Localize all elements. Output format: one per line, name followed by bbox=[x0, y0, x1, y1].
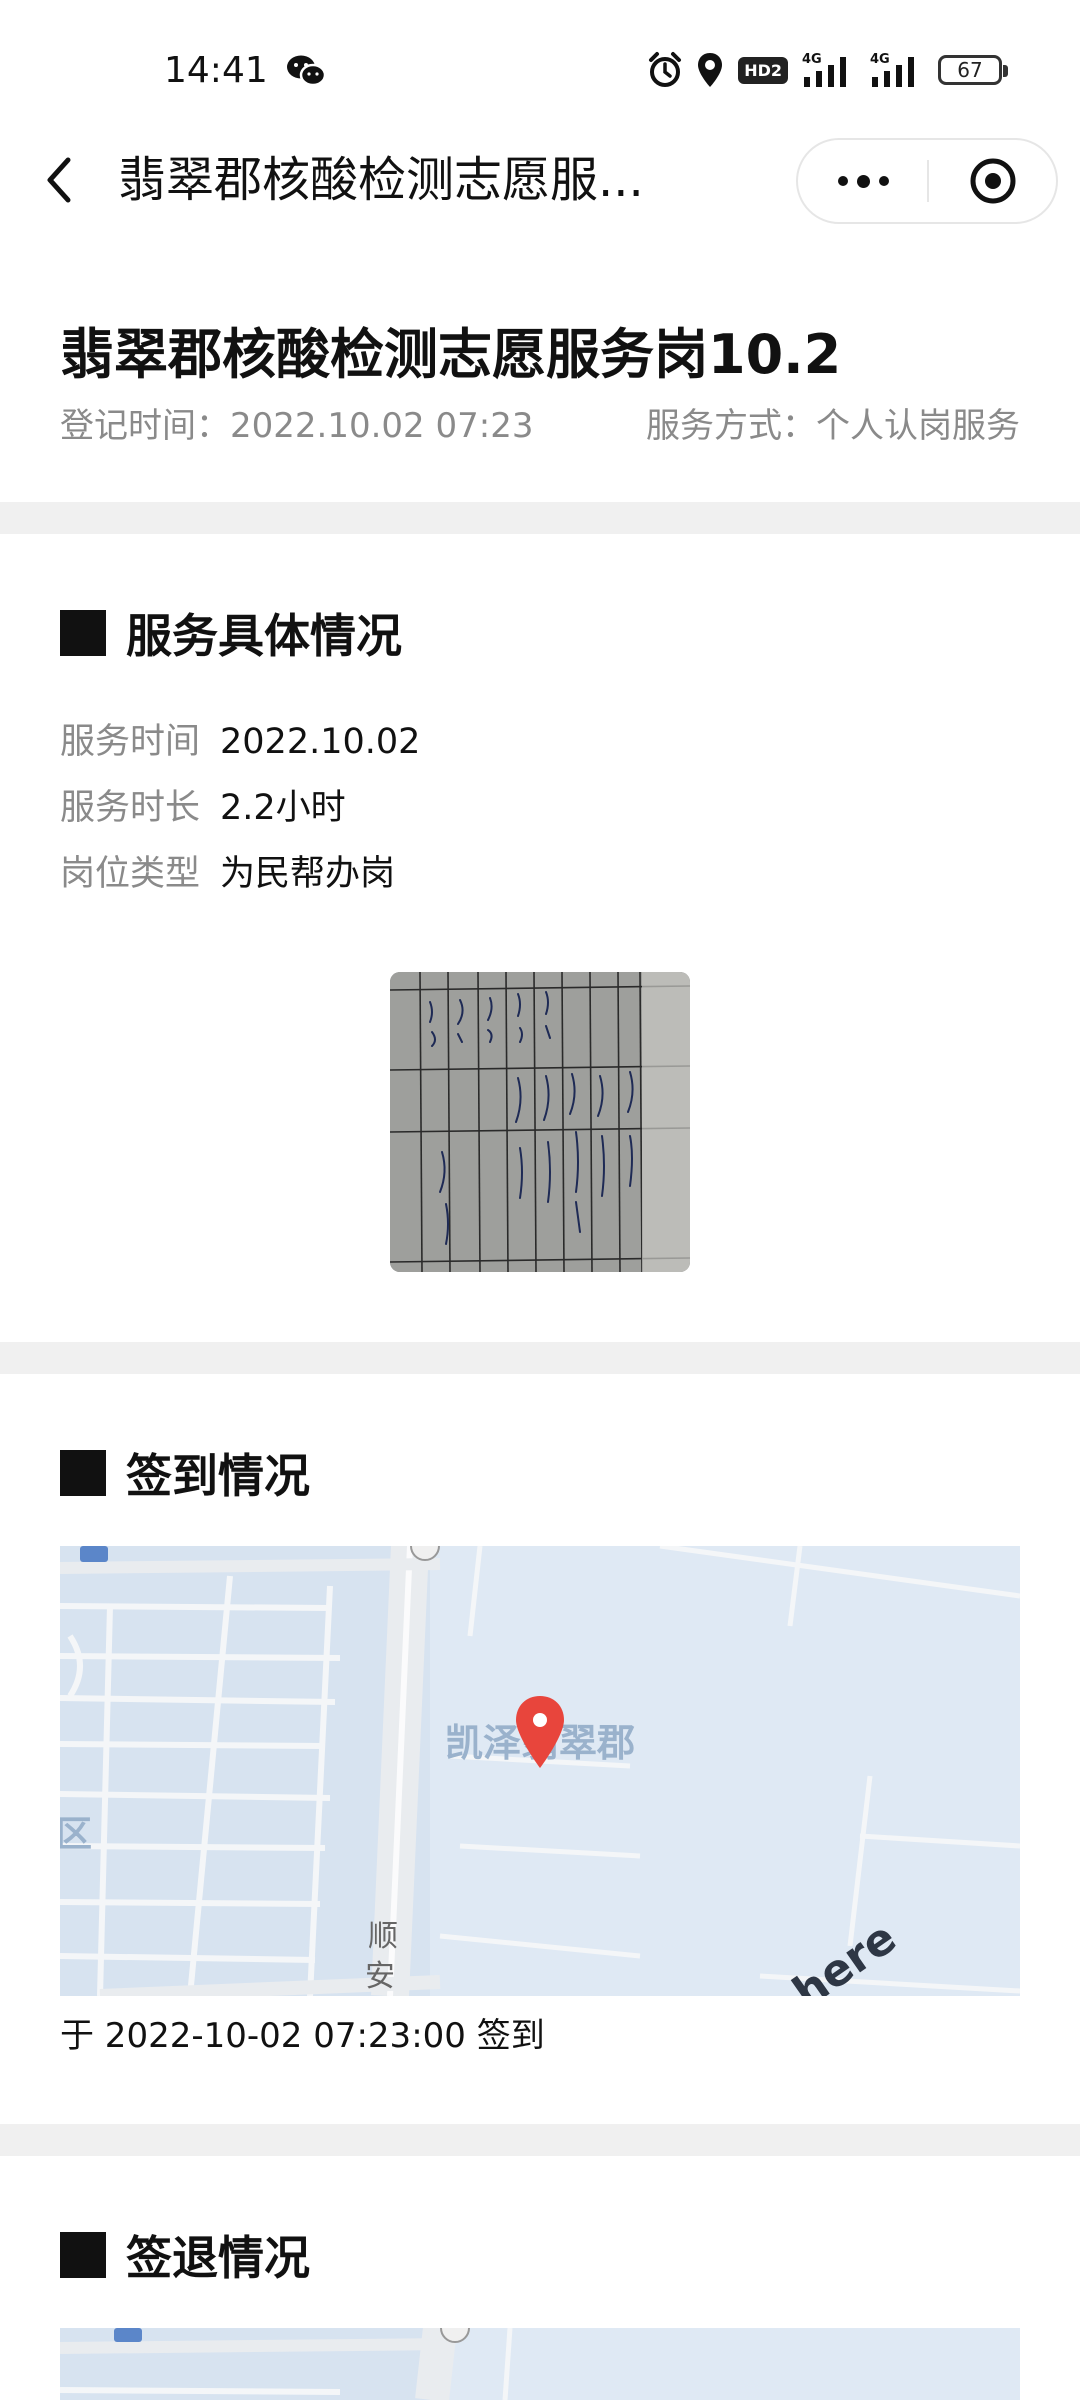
checkout-section-heading: 签退情况 bbox=[60, 2222, 310, 2288]
registration-time: 登记时间：2022.10.02 07:23 bbox=[60, 406, 534, 446]
map-road-label: 安 bbox=[365, 1959, 395, 1994]
status-bar: 14:41 HD2 4G 4G 67 bbox=[0, 0, 1080, 120]
record-header: 翡翠郡核酸检测志愿服务岗10.2 登记时间：2022.10.02 07:23 服… bbox=[0, 290, 1080, 500]
signal-icon: 4G bbox=[802, 52, 846, 87]
checkin-map[interactable]: 凯泽翡翠郡 区 顺 安 here bbox=[60, 1546, 1020, 1996]
nav-bar: 翡翠郡核酸检测志愿服... bbox=[0, 130, 1080, 230]
document-photo-icon bbox=[390, 972, 690, 1272]
map-road-label: 顺 bbox=[368, 1919, 398, 1954]
heading-square-icon bbox=[60, 1450, 106, 1496]
alarm-icon bbox=[649, 52, 682, 87]
svg-text:4G: 4G bbox=[802, 52, 822, 67]
detail-label: 服务时间 bbox=[60, 722, 201, 762]
section-divider bbox=[0, 502, 1080, 534]
status-time: 14:41 bbox=[164, 50, 268, 91]
page-title: 翡翠郡核酸检测志愿服务岗10.2 bbox=[60, 323, 842, 386]
detail-value: 为民帮办岗 bbox=[220, 854, 396, 894]
target-icon[interactable] bbox=[928, 140, 1058, 222]
checkout-heading-text: 签退情况 bbox=[126, 2231, 310, 2285]
checkin-section-heading: 签到情况 bbox=[60, 1440, 310, 1506]
checkin-time: 于 2022-10-02 07:23:00 签到 bbox=[60, 2016, 545, 2056]
nav-title: 翡翠郡核酸检测志愿服... bbox=[118, 152, 644, 208]
detail-value: 2022.10.02 bbox=[220, 722, 421, 762]
more-dots-icon[interactable] bbox=[798, 140, 928, 222]
svg-text:4G: 4G bbox=[870, 52, 890, 67]
wechat-icon bbox=[287, 55, 326, 87]
map-district-label: 区 bbox=[60, 1814, 92, 1855]
map-canvas: 凯泽翡翠郡 区 顺 安 here bbox=[60, 1546, 1020, 1996]
battery-icon: 67 bbox=[938, 55, 1008, 85]
service-heading-text: 服务具体情况 bbox=[126, 609, 402, 663]
checkin-heading-text: 签到情况 bbox=[126, 1449, 310, 1503]
service-mode: 服务方式：个人认岗服务 bbox=[646, 406, 1020, 446]
section-divider bbox=[0, 2124, 1080, 2156]
location-icon bbox=[698, 53, 723, 87]
detail-row: 岗位类型 为民帮办岗 bbox=[60, 852, 395, 896]
status-icons: HD2 4G 4G 67 bbox=[648, 50, 1008, 90]
service-section-heading: 服务具体情况 bbox=[60, 600, 402, 666]
battery-level: 67 bbox=[957, 58, 983, 82]
hd-icon: HD2 bbox=[738, 56, 788, 84]
detail-label: 服务时长 bbox=[60, 788, 201, 828]
detail-row: 服务时间 2022.10.02 bbox=[60, 720, 420, 764]
service-photo[interactable] bbox=[390, 972, 690, 1272]
chevron-left-icon[interactable] bbox=[38, 152, 88, 208]
section-divider bbox=[0, 1342, 1080, 1374]
detail-row: 服务时长 2.2小时 bbox=[60, 786, 346, 830]
detail-label: 岗位类型 bbox=[60, 854, 201, 894]
checkout-map[interactable] bbox=[60, 2328, 1020, 2400]
mini-program-capsule bbox=[796, 138, 1058, 224]
detail-value: 2.2小时 bbox=[220, 788, 346, 828]
heading-square-icon bbox=[60, 610, 106, 656]
signal-icon: 4G bbox=[870, 52, 914, 87]
map-canvas bbox=[60, 2328, 1020, 2400]
heading-square-icon bbox=[60, 2232, 106, 2278]
